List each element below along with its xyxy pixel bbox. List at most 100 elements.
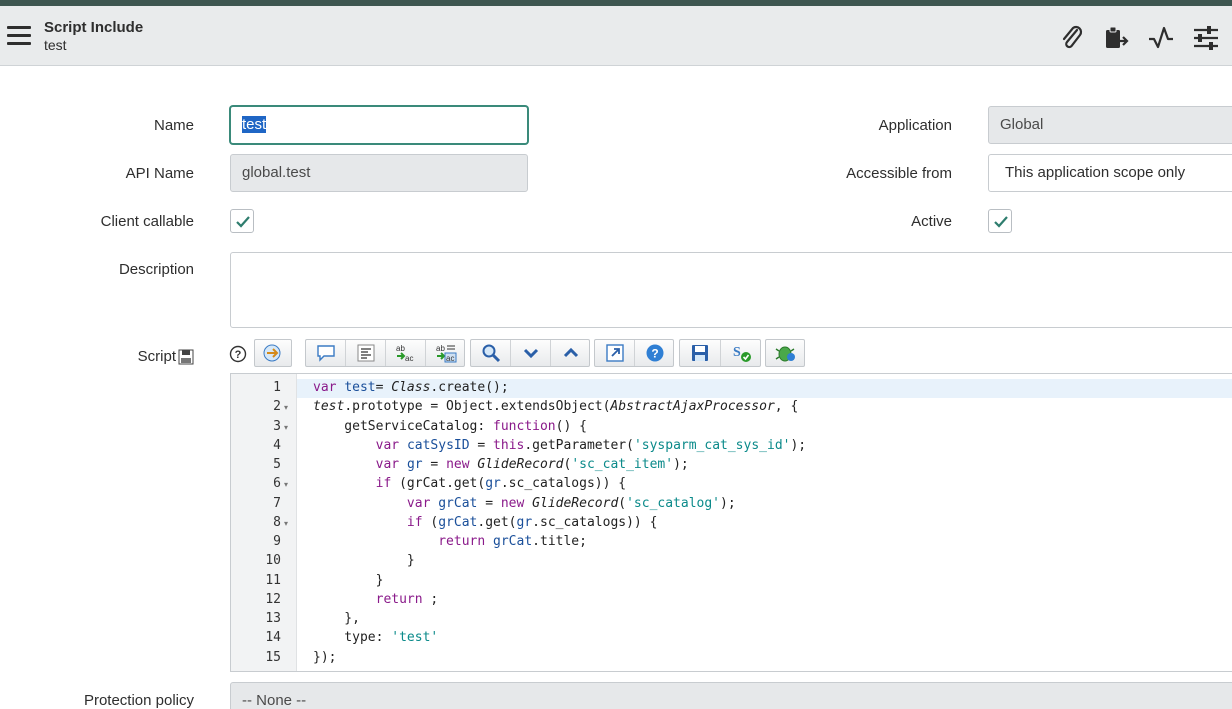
svg-text:ab: ab (436, 344, 445, 353)
mandatory-save-icon (178, 349, 194, 370)
svg-text:S: S (733, 345, 741, 360)
code-token: if (406, 514, 431, 530)
line-number: 6 (273, 476, 281, 492)
code-line: } (313, 573, 384, 588)
script-tree-icon[interactable] (255, 340, 289, 366)
toolbar-group-3 (470, 339, 590, 367)
search-icon[interactable] (471, 340, 511, 366)
name-label: Name (153, 117, 194, 134)
replace-all-icon[interactable]: ab ac (426, 340, 466, 366)
code-token: }, (313, 611, 360, 626)
code-token: Class (391, 380, 431, 395)
line-number: 13 (265, 611, 281, 626)
code-line: var grCat = new GlideRecord('sc_catalog'… (313, 496, 736, 511)
svg-text:ac: ac (405, 354, 413, 363)
code-token: ( (618, 495, 627, 511)
fold-toggle-icon[interactable]: ▾ (284, 519, 288, 528)
code-token: ); (720, 495, 736, 511)
svg-text:?: ? (235, 349, 242, 361)
code-line: }, (313, 611, 360, 626)
code-token: ); (790, 437, 807, 453)
code-token: .sc_catalogs)) { (532, 514, 658, 530)
comment-icon[interactable] (306, 340, 346, 366)
code-token: new (500, 495, 533, 511)
code-token: 'sysparm_cat_sys_id' (633, 437, 791, 453)
toolbar-group-4: ? (594, 339, 674, 367)
application-field: Global (988, 106, 1232, 144)
find-next-icon[interactable] (511, 340, 551, 366)
code-token: .get( (477, 514, 517, 530)
code-token: .sc_catalogs)) { (500, 476, 627, 492)
settings-sliders-icon[interactable] (1192, 24, 1220, 52)
line-number: 1 (273, 380, 281, 395)
script-editor[interactable]: 1 2 ▾ 3 ▾ 4 5 6 ▾ 7 8 ▾ 9 10 11 12 13 14 15 var test= Clas… (230, 373, 1232, 672)
line-number: 4 (273, 437, 281, 453)
fold-toggle-icon[interactable]: ▾ (284, 480, 288, 489)
application-label: Application (878, 117, 952, 134)
clipboard-export-icon[interactable] (1102, 24, 1130, 52)
record-name: test (44, 37, 67, 53)
line-number: 12 (265, 591, 281, 607)
code-line: var test= Class.create(); (313, 380, 509, 395)
code-token: var (375, 437, 407, 453)
client-callable-label: Client callable (100, 213, 194, 230)
line-number: 10 (265, 553, 281, 569)
code-line: }); (313, 650, 336, 665)
activity-icon[interactable] (1147, 24, 1175, 52)
line-number: 14 (265, 630, 281, 646)
code-token: = (477, 495, 501, 511)
code-token: } (313, 553, 415, 569)
code-token: this (493, 437, 525, 453)
code-token: gr (485, 476, 501, 492)
syntax-check-icon[interactable]: S (721, 340, 762, 366)
code-line: } (313, 553, 415, 568)
code-token: return (438, 534, 494, 549)
code-token: var (313, 380, 345, 395)
code-token: new (446, 457, 478, 472)
fullscreen-icon[interactable] (595, 340, 635, 366)
api-name-label: API Name (125, 165, 194, 182)
description-textarea[interactable] (230, 252, 1232, 328)
replace-icon[interactable]: ab ac (386, 340, 426, 366)
help-icon[interactable]: ? (229, 345, 247, 368)
line-number: 15 (265, 649, 281, 665)
code-token: return (375, 591, 431, 607)
debug-icon[interactable] (766, 340, 806, 366)
client-callable-checkbox[interactable] (230, 209, 254, 233)
code-line: getServiceCatalog: function() { (313, 419, 587, 434)
svg-text:ab: ab (396, 344, 405, 353)
code-token: .title; (532, 534, 587, 549)
protection-policy-label: Protection policy (83, 692, 194, 709)
code-token: grCat (493, 534, 533, 549)
paperclip-icon[interactable] (1058, 24, 1086, 52)
line-number: 5 (273, 457, 281, 472)
line-number: 8 (273, 514, 281, 530)
find-previous-icon[interactable] (551, 340, 591, 366)
code-token: () { (555, 418, 587, 434)
hamburger-menu-icon[interactable] (7, 26, 31, 46)
accessible-from-select[interactable]: This application scope only (988, 154, 1232, 192)
name-value: test (242, 116, 267, 133)
protection-policy-select[interactable]: -- None -- (230, 682, 1232, 709)
svg-text:?: ? (651, 347, 658, 361)
help-circle-icon[interactable]: ? (635, 340, 675, 366)
code-token: .create(); (430, 380, 509, 395)
fold-toggle-icon[interactable]: ▾ (284, 423, 288, 432)
code-token: test (344, 380, 376, 395)
code-token: gr (406, 457, 423, 472)
script-label: Script (137, 348, 176, 365)
save-icon[interactable] (680, 340, 721, 366)
name-field[interactable]: test (230, 106, 528, 144)
active-label: Active (911, 213, 952, 230)
code-line: type: 'test' (313, 630, 438, 645)
line-number: 9 (273, 534, 281, 549)
active-checkbox[interactable] (988, 209, 1012, 233)
fold-toggle-icon[interactable]: ▾ (284, 403, 288, 412)
toolbar-group-1 (254, 339, 292, 367)
form-title: Script Include (44, 19, 144, 36)
format-icon[interactable] (346, 340, 386, 366)
